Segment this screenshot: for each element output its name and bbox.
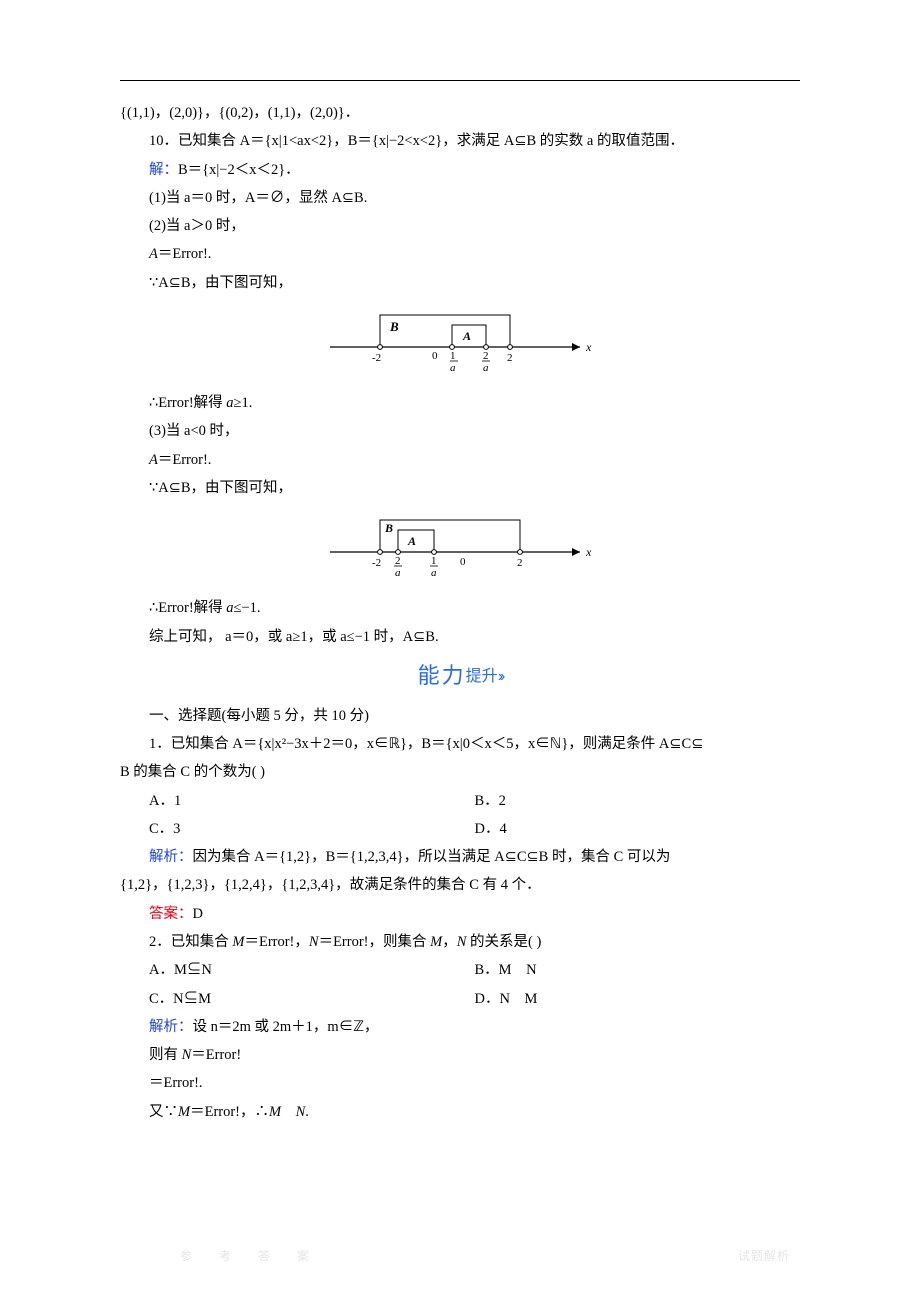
svg-text:a: a xyxy=(395,567,401,579)
jiexi-label-2: 解析： xyxy=(149,1019,193,1035)
q10-therefore-2: ∴Error!解得 a≤−1. xyxy=(120,594,800,622)
svg-text:0: 0 xyxy=(460,556,466,568)
q1-text-a: 1．已知集合 A＝{x|x²−3x＋2＝0，x∈ℝ}，B＝{x|0＜x＜5，x∈… xyxy=(120,730,800,758)
watermark-right: 试题解析 xyxy=(738,1245,790,1268)
solution-label: 解： xyxy=(149,162,178,178)
q1-opt-c: C．3 xyxy=(149,815,475,843)
ability-sub: 提升 xyxy=(466,668,498,685)
q2-jiexi: 解析：设 n＝2m 或 2m＋1，m∈ℤ， xyxy=(120,1013,800,1041)
q2-opt-a: A．M⊆N xyxy=(149,956,475,984)
svg-text:-2: -2 xyxy=(372,557,381,569)
q1-answer-value: D xyxy=(193,906,203,922)
svg-text:2: 2 xyxy=(483,350,489,362)
number-line-diagram-1: x B A -2 0 1 a 2 a 2 xyxy=(120,303,800,385)
q1-answer: 答案：D xyxy=(120,900,800,928)
svg-text:x: x xyxy=(585,340,592,354)
number-line-diagram-2: x B A -2 2 a 1 a 0 2 xyxy=(120,508,800,590)
q2-line-d: 又∵M＝Error!，∴M N. xyxy=(120,1098,800,1126)
q1-jiexi-a: 解析：因为集合 A＝{1,2}，B＝{1,2,3,4}，所以当满足 A⊆C⊆B … xyxy=(120,843,800,871)
svg-text:B: B xyxy=(384,521,393,535)
watermark-left: 参 考 答 案 xyxy=(180,1245,321,1268)
svg-text:a: a xyxy=(483,362,489,374)
svg-text:a: a xyxy=(450,362,456,374)
q1-opt-d: D．4 xyxy=(475,815,801,843)
q2-text: 2．已知集合 M＝Error!，N＝Error!，则集合 M，N 的关系是( ) xyxy=(120,928,800,956)
q2-line-b: 则有 N＝Error! xyxy=(120,1041,800,1069)
ability-heading: 能力提升›› xyxy=(120,655,800,698)
svg-text:x: x xyxy=(585,545,592,559)
q10-sol-body: B＝{x|−2＜x＜2}． xyxy=(178,162,300,178)
q1-jiexi-b: {1,2}，{1,2,3}，{1,2,4}，{1,2,3,4}，故满足条件的集合… xyxy=(120,871,800,899)
q2-options: A．M⊆N B．M N C．N⊆M D．N M xyxy=(120,956,800,1013)
ability-main: 能力 xyxy=(418,663,466,688)
q10-since-2: ∵A⊆B，由下图可知， xyxy=(120,474,800,502)
svg-text:1: 1 xyxy=(450,350,456,362)
q2-jiexi-body: 设 n＝2m 或 2m＋1，m∈ℤ， xyxy=(193,1019,379,1035)
q2-opt-d: D．N M xyxy=(475,985,801,1013)
intro-line: {(1,1)，(2,0)}，{(0,2)，(1,1)，(2,0)}． xyxy=(120,99,800,127)
svg-text:a: a xyxy=(431,567,437,579)
svg-text:2: 2 xyxy=(507,352,513,364)
q10-case3-head: (3)当 a<0 时， xyxy=(120,417,800,445)
svg-text:A: A xyxy=(407,534,416,548)
svg-text:2: 2 xyxy=(517,557,523,569)
q1-jiexi-body-a: 因为集合 A＝{1,2}，B＝{1,2,3,4}，所以当满足 A⊆C⊆B 时，集… xyxy=(193,849,671,865)
q2-line-c: ＝Error!. xyxy=(120,1069,800,1097)
jiexi-label-1: 解析： xyxy=(149,849,193,865)
q1-opt-a: A．1 xyxy=(149,787,475,815)
q10-since-1: ∵A⊆B，由下图可知， xyxy=(120,269,800,297)
q10-case2-head: (2)当 a＞0 时， xyxy=(120,212,800,240)
svg-text:A: A xyxy=(462,329,471,343)
q10-a-eq-2: A＝Error!. xyxy=(120,446,800,474)
chevrons-icon: ›› xyxy=(498,668,503,685)
q10-summary: 综上可知， a＝0，或 a≥1，或 a≤−1 时，A⊆B. xyxy=(120,623,800,651)
q1-options: A．1 B．2 C．3 D．4 xyxy=(120,787,800,844)
q1-text-b: B 的集合 C 的个数为( ) xyxy=(120,758,800,786)
svg-text:-2: -2 xyxy=(372,352,381,364)
svg-text:0: 0 xyxy=(432,350,438,362)
svg-text:B: B xyxy=(389,319,399,334)
q10-therefore-1: ∴Error!解得 a≥1. xyxy=(120,389,800,417)
q10-a-eq-1: A＝Error!. xyxy=(120,240,800,268)
q2-opt-c: C．N⊆M xyxy=(149,985,475,1013)
answer-label-1: 答案： xyxy=(149,906,193,922)
svg-text:1: 1 xyxy=(431,555,437,567)
q1-opt-b: B．2 xyxy=(475,787,801,815)
q10-sol-start: 解：B＝{x|−2＜x＜2}． xyxy=(120,156,800,184)
section1-heading: 一、选择题(每小题 5 分，共 10 分) xyxy=(120,702,800,730)
top-rule xyxy=(120,80,800,81)
q2-opt-b: B．M N xyxy=(475,956,801,984)
q10-text: 10．已知集合 A＝{x|1<ax<2}，B＝{x|−2<x<2}，求满足 A⊆… xyxy=(120,127,800,155)
svg-text:2: 2 xyxy=(395,555,401,567)
q10-case1: (1)当 a＝0 时，A＝∅，显然 A⊆B. xyxy=(120,184,800,212)
